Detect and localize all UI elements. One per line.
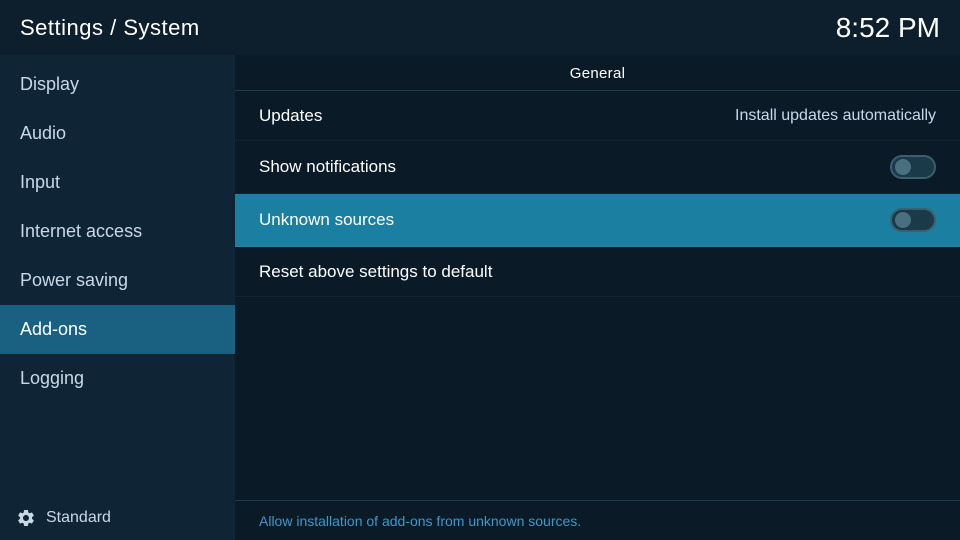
footer: Allow installation of add-ons from unkno… [235, 500, 960, 540]
setting-row-reset-settings[interactable]: Reset above settings to default [235, 247, 960, 297]
clock: 8:52 PM [836, 12, 940, 44]
gear-icon [16, 508, 36, 528]
sidebar-item-display[interactable]: Display [0, 60, 235, 109]
setting-row-unknown-sources[interactable]: Unknown sources [235, 194, 960, 247]
sidebar-item-internet-access[interactable]: Internet access [0, 207, 235, 256]
sidebar-bottom[interactable]: Standard [0, 496, 235, 540]
sidebar-item-audio[interactable]: Audio [0, 109, 235, 158]
footer-text: Allow installation of add-ons from unkno… [259, 513, 581, 529]
settings-list: Updates Install updates automatically Sh… [235, 91, 960, 500]
page-title: Settings / System [20, 15, 200, 41]
sidebar-item-input[interactable]: Input [0, 158, 235, 207]
setting-label-updates: Updates [259, 106, 322, 126]
sidebar-item-logging[interactable]: Logging [0, 354, 235, 403]
setting-label-reset-settings: Reset above settings to default [259, 262, 492, 282]
setting-label-unknown-sources: Unknown sources [259, 210, 394, 230]
standard-label: Standard [46, 509, 111, 527]
setting-value-updates: Install updates automatically [735, 107, 936, 125]
app-container: Settings / System 8:52 PM Display Audio … [0, 0, 960, 540]
content-area: General Updates Install updates automati… [235, 55, 960, 540]
setting-row-updates[interactable]: Updates Install updates automatically [235, 91, 960, 141]
sidebar: Display Audio Input Internet access Powe… [0, 55, 235, 540]
setting-row-show-notifications[interactable]: Show notifications [235, 141, 960, 194]
section-header: General [235, 55, 960, 91]
sidebar-item-power-saving[interactable]: Power saving [0, 256, 235, 305]
header: Settings / System 8:52 PM [0, 0, 960, 55]
sidebar-item-add-ons[interactable]: Add-ons [0, 305, 235, 354]
setting-label-show-notifications: Show notifications [259, 157, 396, 177]
toggle-show-notifications[interactable] [890, 155, 936, 179]
toggle-knob-show-notifications [895, 159, 911, 175]
main-layout: Display Audio Input Internet access Powe… [0, 55, 960, 540]
toggle-knob-unknown-sources [895, 212, 911, 228]
toggle-unknown-sources[interactable] [890, 208, 936, 232]
